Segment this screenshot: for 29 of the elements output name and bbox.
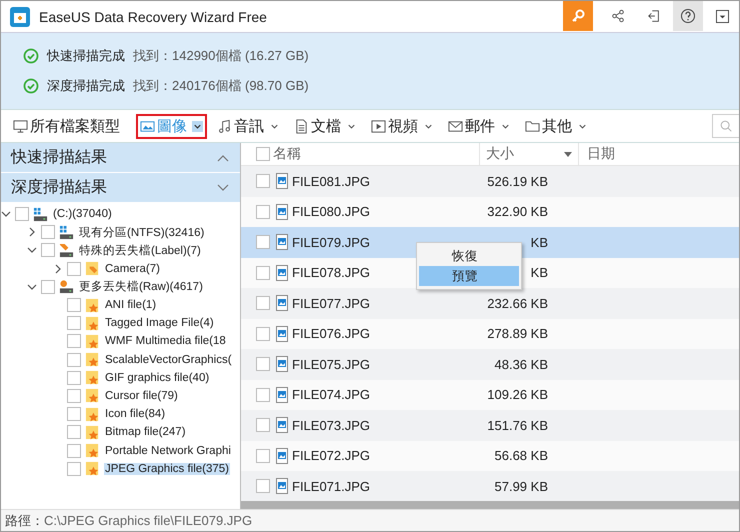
file-name: FILE074.JPG <box>292 387 372 402</box>
scan-status-label: 快速掃描完成 <box>47 47 125 65</box>
file-name: FILE080.JPG <box>292 204 372 220</box>
scan-result-text: 找到：142990個檔 (16.27 GB) <box>133 47 309 65</box>
file-size: 56.68 KB <box>494 448 548 464</box>
file-name: FILE076.JPG <box>292 326 372 342</box>
path-label: 路徑： <box>5 512 44 530</box>
file-size: 232.66 KB <box>487 296 548 311</box>
file-size: KB <box>530 234 548 250</box>
file-size: 526.19 KB <box>487 174 548 189</box>
file-name: FILE081.JPG <box>292 174 372 189</box>
file-name: FILE073.JPG <box>292 418 372 433</box>
window-title: EaseUS Data Recovery Wizard Free <box>39 8 267 24</box>
file-name: FILE075.JPG <box>292 356 372 372</box>
file-name: FILE072.JPG <box>292 448 372 464</box>
file-name: FILE071.JPG <box>292 478 372 494</box>
file-size: 48.36 KB <box>494 356 548 372</box>
file-size: 57.99 KB <box>494 478 548 494</box>
file-name: FILE077.JPG <box>292 296 372 311</box>
file-size: KB <box>530 265 548 280</box>
file-path-text: C:\JPEG Graphics file\FILE079.JPG <box>44 513 252 528</box>
scan-result-text: 找到：240176個檔 (98.70 GB) <box>133 77 309 95</box>
file-name: FILE079.JPG <box>292 234 372 250</box>
file-name: FILE078.JPG <box>292 265 372 280</box>
file-size: 109.26 KB <box>487 387 548 402</box>
file-size: 151.76 KB <box>487 418 548 433</box>
scan-status-label: 深度掃描完成 <box>47 77 125 95</box>
file-size: 322.90 KB <box>487 204 548 220</box>
file-size: 278.89 KB <box>487 326 548 342</box>
